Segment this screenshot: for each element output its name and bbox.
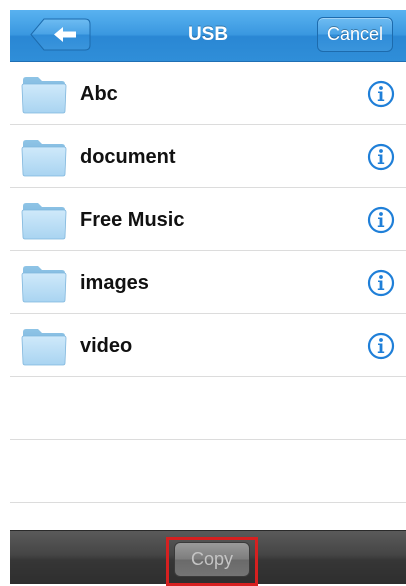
navigation-bar: USB Cancel [10,10,406,62]
folder-name: document [80,146,176,168]
list-item[interactable]: Abc [10,62,406,125]
info-icon[interactable] [367,206,395,234]
copy-button[interactable]: Copy [174,542,250,577]
folder-name: video [80,335,133,357]
info-icon[interactable] [367,269,395,297]
list-item[interactable]: images [10,251,406,314]
folder-name: Free Music [80,209,185,231]
empty-row [10,377,406,440]
folder-name: images [80,272,149,294]
list-item[interactable]: Free Music [10,188,406,251]
folder-icon [21,265,67,303]
folder-icon [21,328,67,366]
info-icon[interactable] [367,143,395,171]
list-item[interactable]: video [10,314,406,377]
info-icon[interactable] [367,332,395,360]
folder-icon [21,202,67,240]
folder-icon [21,139,67,177]
folder-name: Abc [80,83,118,105]
info-icon[interactable] [367,80,395,108]
bottom-toolbar: Copy [10,530,406,586]
cancel-button[interactable]: Cancel [317,17,393,52]
empty-row [10,440,406,503]
folder-icon [21,76,67,114]
list-item[interactable]: document [10,125,406,188]
file-list: Abc document Free Music images video [10,62,406,503]
